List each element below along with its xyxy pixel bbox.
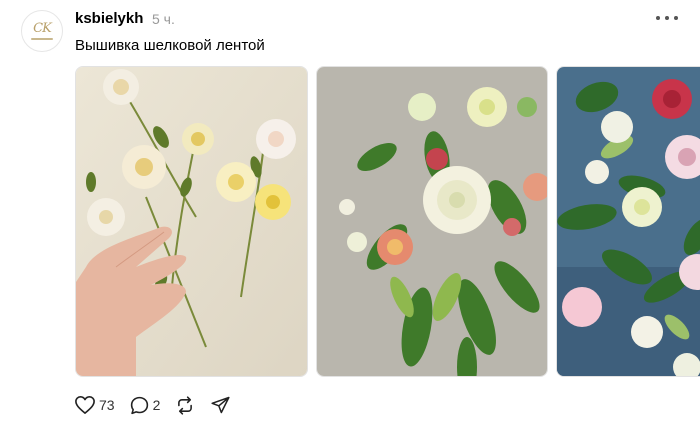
reply-button[interactable]: 2 [129,395,161,416]
share-button[interactable] [210,395,231,415]
send-icon [211,396,230,414]
photo-2[interactable] [316,66,548,377]
image-carousel[interactable] [0,66,700,377]
repost-button[interactable] [174,395,196,416]
username[interactable]: ksbielykh [75,10,143,27]
photo-3[interactable] [556,66,700,377]
reply-count: 2 [152,397,161,413]
more-options-icon[interactable] [656,8,678,28]
heart-icon [75,396,95,414]
post-time: 5 ч. [152,11,175,27]
repost-icon [178,395,193,415]
avatar-logo-underline [31,38,53,40]
avatar-logo: CK [33,21,52,36]
photo-1[interactable] [75,66,308,377]
comment-bubble-icon [130,396,148,414]
avatar[interactable]: CK [21,10,63,52]
like-button[interactable]: 73 [74,395,115,415]
post-caption: Вышивка шелковой лентой [75,37,265,54]
post-actions: 73 2 [74,394,245,416]
like-count: 73 [99,397,115,413]
